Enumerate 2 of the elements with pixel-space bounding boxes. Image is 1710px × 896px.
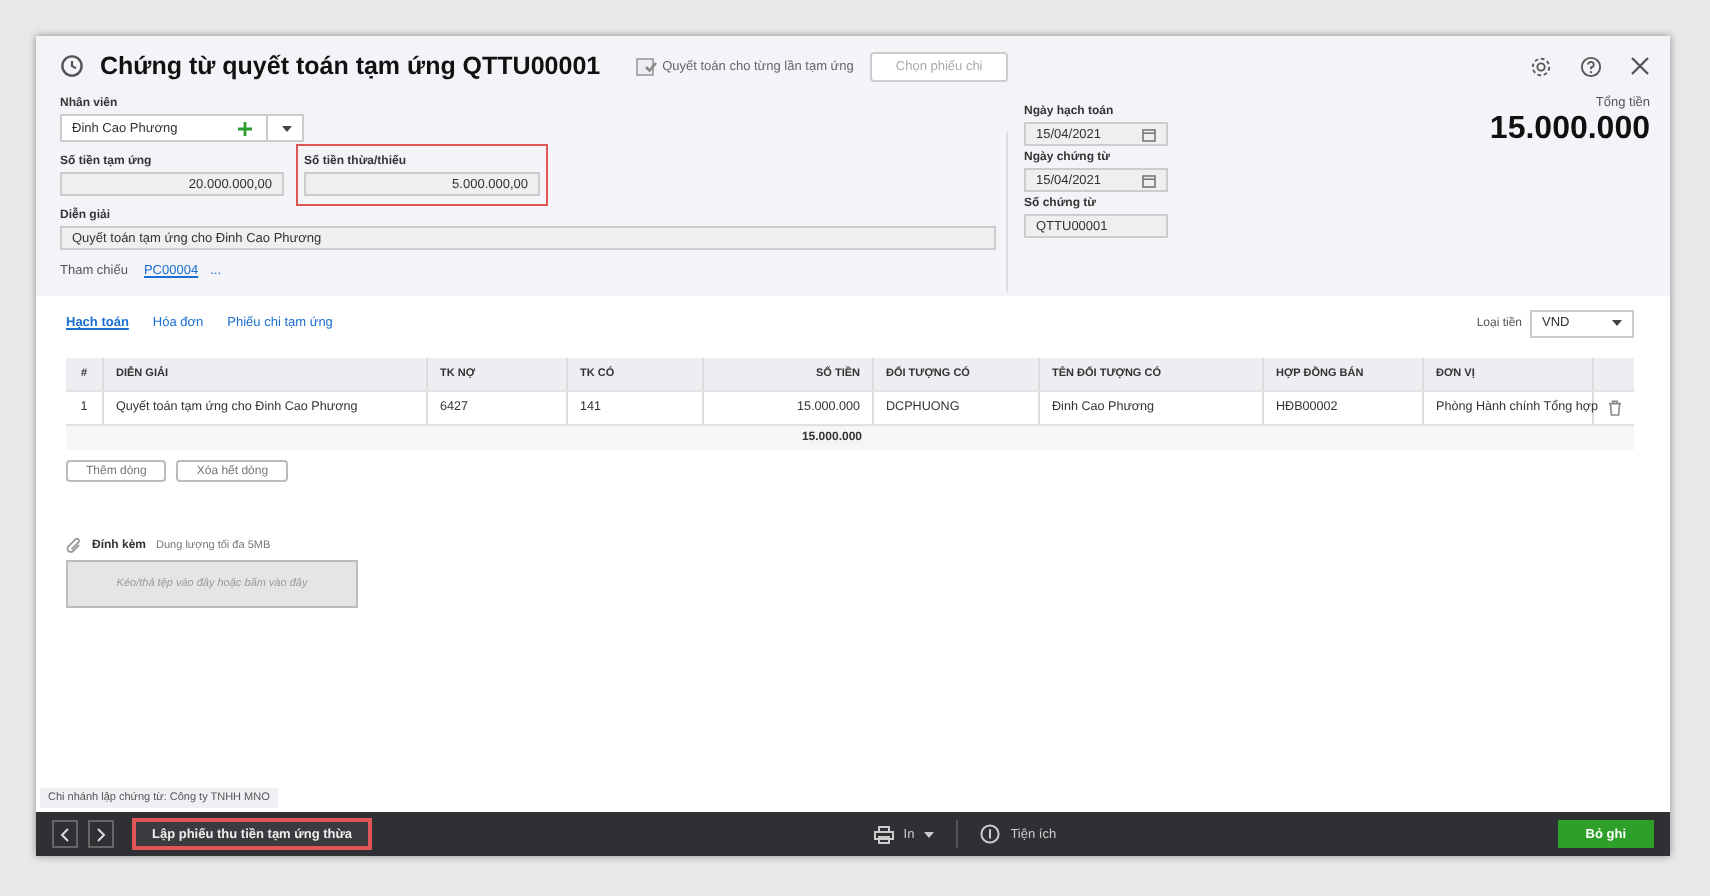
window-title: Chứng từ quyết toán tạm ứng QTTU00001 — [100, 52, 601, 80]
total-amount: 15.000.000 — [1489, 112, 1650, 148]
